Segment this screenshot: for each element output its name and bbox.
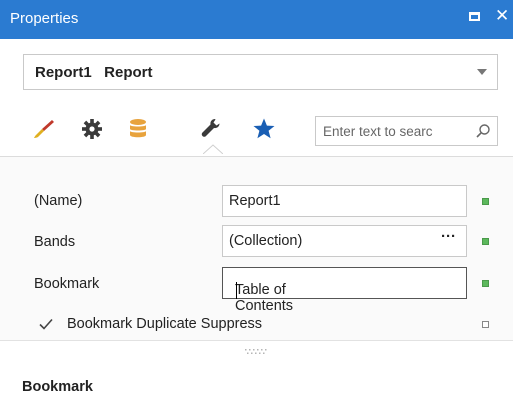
star-icon[interactable] (252, 117, 276, 141)
selected-tab-indicator (203, 144, 223, 154)
text-caret (236, 282, 237, 299)
property-value-bookmark[interactable]: Table of Contents (222, 267, 467, 314)
property-label-bookmark: Bookmark (34, 276, 100, 292)
search-input[interactable] (316, 117, 474, 145)
window-title: Properties (10, 10, 79, 27)
property-changed-marker (482, 198, 489, 205)
description-splitter[interactable] (0, 340, 513, 363)
wrench-icon[interactable] (200, 117, 224, 141)
database-icon[interactable] (126, 117, 150, 141)
checkmark-icon[interactable] (38, 316, 54, 332)
checkbox-label: Bookmark Duplicate Suppress (67, 316, 263, 332)
property-default-marker (482, 321, 489, 328)
property-label-name: (Name) (34, 193, 83, 209)
property-changed-marker (482, 238, 489, 245)
window-titlebar: Properties ✕ (0, 0, 513, 39)
ellipsis-button[interactable]: ··· (441, 228, 456, 245)
description-title: Bookmark (22, 379, 93, 395)
search-box (315, 116, 498, 146)
property-label-bands: Bands (34, 234, 76, 250)
chevron-down-icon (477, 69, 487, 75)
property-value-name-text: Report1 (229, 193, 281, 209)
selected-object-label: Report1 Report (35, 64, 153, 81)
brush-icon[interactable] (32, 117, 56, 141)
grip-icon (245, 349, 267, 354)
object-selector-dropdown[interactable]: Report1 Report (23, 54, 498, 90)
maximize-icon[interactable] (469, 12, 480, 21)
property-value-bookmark-text: Table of Contents (235, 282, 294, 314)
property-value-bands-text: (Collection) (229, 233, 303, 249)
gear-icon[interactable] (80, 117, 104, 141)
search-icon[interactable] (475, 123, 491, 139)
property-value-name[interactable]: Report1 (222, 185, 467, 217)
property-value-bands[interactable]: (Collection) ··· (222, 225, 467, 257)
property-changed-marker (482, 280, 489, 287)
close-icon[interactable]: ✕ (495, 7, 509, 24)
